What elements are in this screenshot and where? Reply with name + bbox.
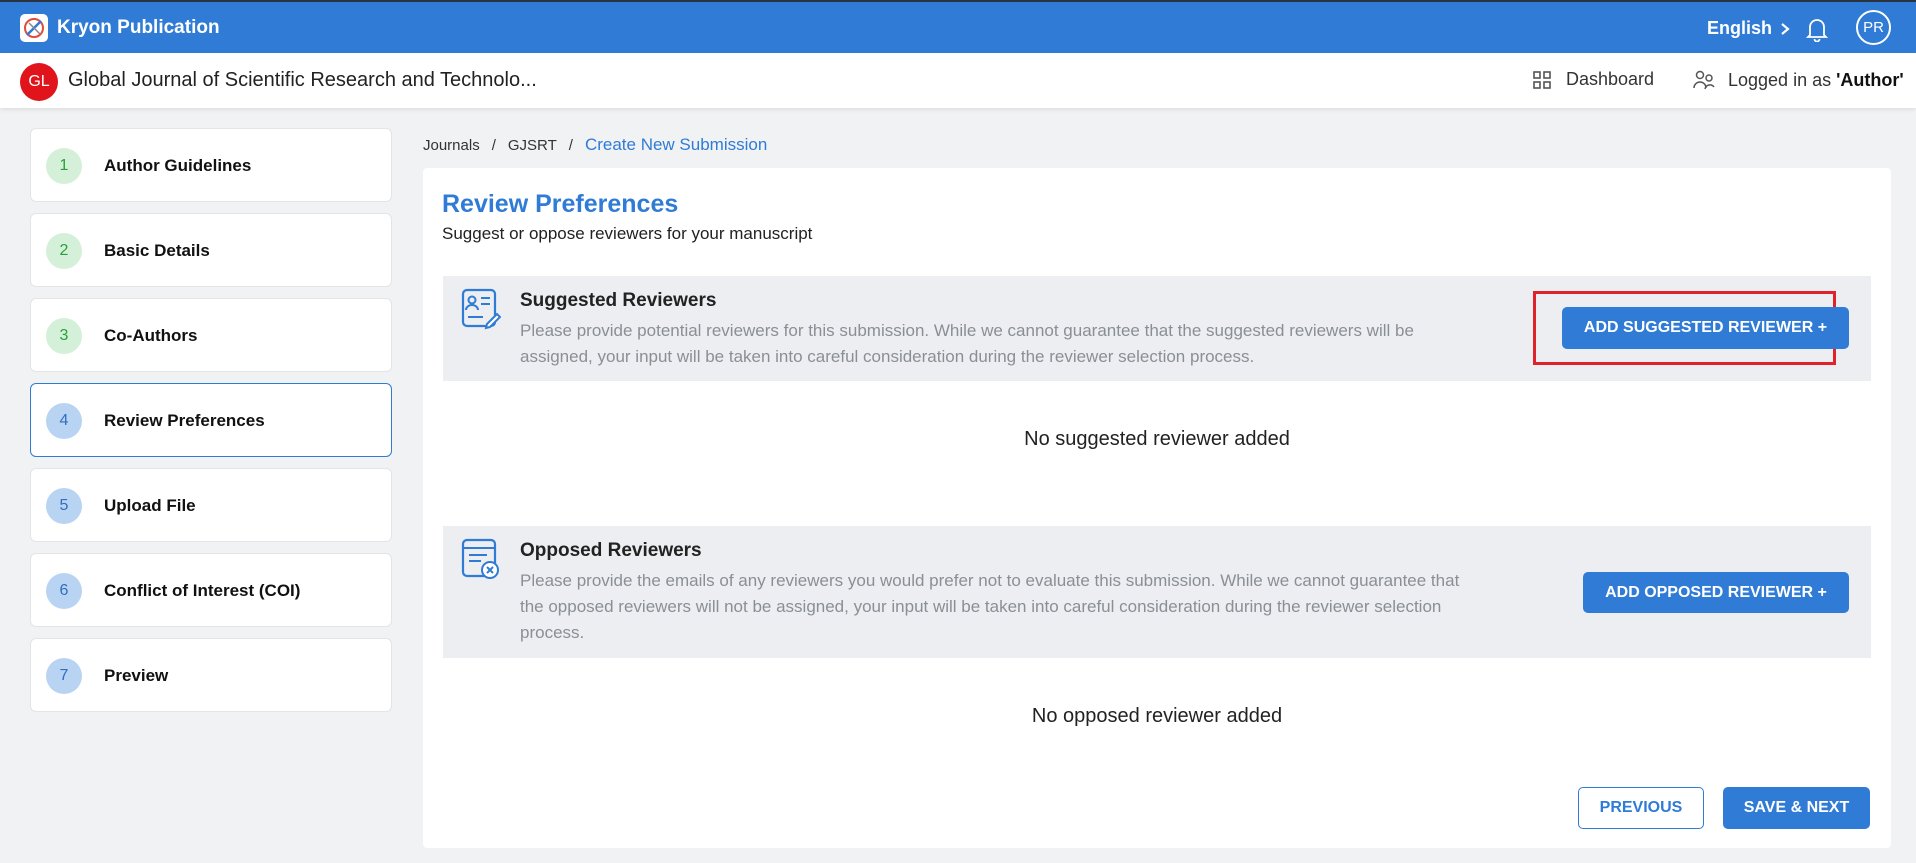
breadcrumb-separator: / [568, 136, 573, 154]
language-selector[interactable]: English [1707, 18, 1790, 39]
opposed-reviewers-description: Please provide the emails of any reviewe… [520, 571, 1460, 642]
grid-icon [1533, 70, 1551, 89]
step-basic-details[interactable]: 2 Basic Details [30, 213, 392, 287]
suggested-reviewers-title: Suggested Reviewers [520, 290, 717, 311]
breadcrumb-separator: / [491, 136, 496, 154]
logged-role: 'Author' [1836, 69, 1904, 90]
step-upload-file[interactable]: 5 Upload File [30, 468, 392, 542]
page-subtitle: Suggest or oppose reviewers for your man… [442, 224, 813, 243]
avatar[interactable]: PR [1856, 10, 1891, 45]
breadcrumb-journals[interactable]: Journals [423, 137, 480, 154]
add-opposed-reviewer-button[interactable]: ADD OPPOSED REVIEWER + [1583, 572, 1849, 613]
suggested-reviewers-description: Please provide potential reviewers for t… [520, 321, 1414, 366]
suggested-empty-message: No suggested reviewer added [1024, 428, 1290, 450]
step-label: Review Preferences [104, 411, 265, 430]
breadcrumb-journal-code[interactable]: GJSRT [508, 137, 557, 154]
bell-icon[interactable] [1805, 16, 1829, 47]
step-label: Conflict of Interest (COI) [104, 581, 301, 600]
submission-stepper: 1 Author Guidelines 2 Basic Details 3 Co… [30, 128, 392, 723]
step-number: 7 [46, 658, 82, 694]
logged-prefix: Logged in as [1728, 69, 1832, 90]
step-label: Upload File [104, 496, 196, 515]
opposed-reviewers-title: Opposed Reviewers [520, 540, 702, 561]
step-co-authors[interactable]: 3 Co-Authors [30, 298, 392, 372]
dashboard-link[interactable]: Dashboard [1532, 69, 1654, 90]
reviewer-list-edit-icon [461, 288, 502, 335]
previous-button[interactable]: PREVIOUS [1578, 787, 1704, 829]
step-preview[interactable]: 7 Preview [30, 638, 392, 712]
step-label: Co-Authors [104, 326, 198, 345]
step-number: 4 [46, 403, 82, 439]
step-number: 3 [46, 318, 82, 354]
top-bar: Kryon Publication English PR [0, 0, 1916, 53]
journal-bar: GL Global Journal of Scientific Research… [0, 53, 1916, 108]
opposed-empty-message: No opposed reviewer added [1031, 705, 1283, 727]
breadcrumb-current[interactable]: Create New Submission [585, 135, 767, 155]
step-review-preferences[interactable]: 4 Review Preferences [30, 383, 392, 457]
language-label: English [1707, 18, 1773, 38]
step-author-guidelines[interactable]: 1 Author Guidelines [30, 128, 392, 202]
step-number: 2 [46, 233, 82, 269]
kryon-logo-icon [20, 14, 48, 42]
step-label: Basic Details [104, 241, 210, 260]
app-title: Kryon Publication [57, 17, 220, 38]
step-number: 1 [46, 148, 82, 184]
users-icon [1693, 70, 1715, 90]
page-title: Review Preferences [442, 190, 679, 218]
step-label: Preview [104, 666, 169, 685]
reviewer-list-remove-icon [461, 538, 501, 585]
step-number: 6 [46, 573, 82, 609]
opposed-reviewers-section: Opposed Reviewers Please provide the ema… [443, 526, 1871, 658]
logged-in-status: Logged in as 'Author' [1692, 69, 1904, 91]
step-conflict-of-interest[interactable]: 6 Conflict of Interest (COI) [30, 553, 392, 627]
review-preferences-panel: Review Preferences Suggest or oppose rev… [423, 168, 1891, 848]
add-suggested-reviewer-button[interactable]: ADD SUGGESTED REVIEWER + [1562, 307, 1849, 349]
journal-title: Global Journal of Scientific Research an… [68, 69, 537, 91]
journal-badge: GL [20, 63, 58, 101]
dashboard-label: Dashboard [1566, 69, 1655, 89]
save-next-button[interactable]: SAVE & NEXT [1723, 787, 1870, 829]
step-label: Author Guidelines [104, 156, 252, 175]
breadcrumb: Journals / GJSRT / Create New Submission [423, 135, 767, 155]
suggested-reviewers-section: Suggested Reviewers Please provide poten… [443, 276, 1871, 381]
chevron-right-icon [1781, 22, 1790, 35]
step-number: 5 [46, 488, 82, 524]
